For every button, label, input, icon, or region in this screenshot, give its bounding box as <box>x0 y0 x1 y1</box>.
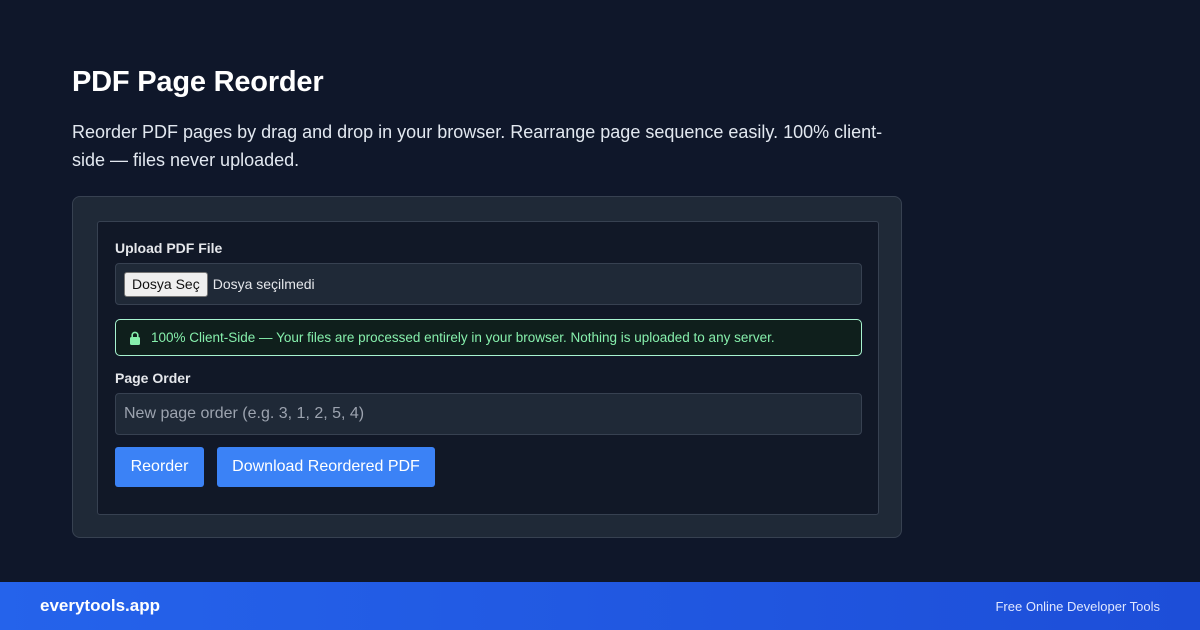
download-reordered-pdf-button[interactable]: Download Reordered PDF <box>217 447 435 487</box>
reorder-button[interactable]: Reorder <box>115 447 204 487</box>
choose-file-button[interactable]: Dosya Seç <box>124 271 208 297</box>
footer-tagline: Free Online Developer Tools <box>995 598 1160 614</box>
tool-card: Upload PDF File Dosya Seç Dosya seçilmed… <box>72 196 902 538</box>
page-title: PDF Page Reorder <box>72 66 324 98</box>
upload-label: Upload PDF File <box>115 240 223 256</box>
page-description: Reorder PDF pages by drag and drop in yo… <box>72 122 883 170</box>
file-input[interactable]: Dosya Seç Dosya seçilmedi <box>115 263 862 305</box>
footer: everytools.app Free Online Developer Too… <box>0 582 1200 630</box>
page-order-label: Page Order <box>115 370 191 386</box>
page-header: PDF Page Reorder Reorder PDF pages by dr… <box>72 62 904 174</box>
file-status: Dosya seçilmedi <box>212 276 315 292</box>
tool-panel: Upload PDF File Dosya Seç Dosya seçilmed… <box>97 221 879 515</box>
client-side-notice: 100% Client-Side — Your files are proces… <box>115 319 862 356</box>
page: PDF Page Reorder Reorder PDF pages by dr… <box>0 0 1200 630</box>
page-order-input[interactable] <box>115 393 862 435</box>
notice-text: 100% Client-Side — Your files are proces… <box>151 330 775 345</box>
lock-icon <box>130 331 140 345</box>
footer-brand[interactable]: everytools.app <box>40 596 160 616</box>
